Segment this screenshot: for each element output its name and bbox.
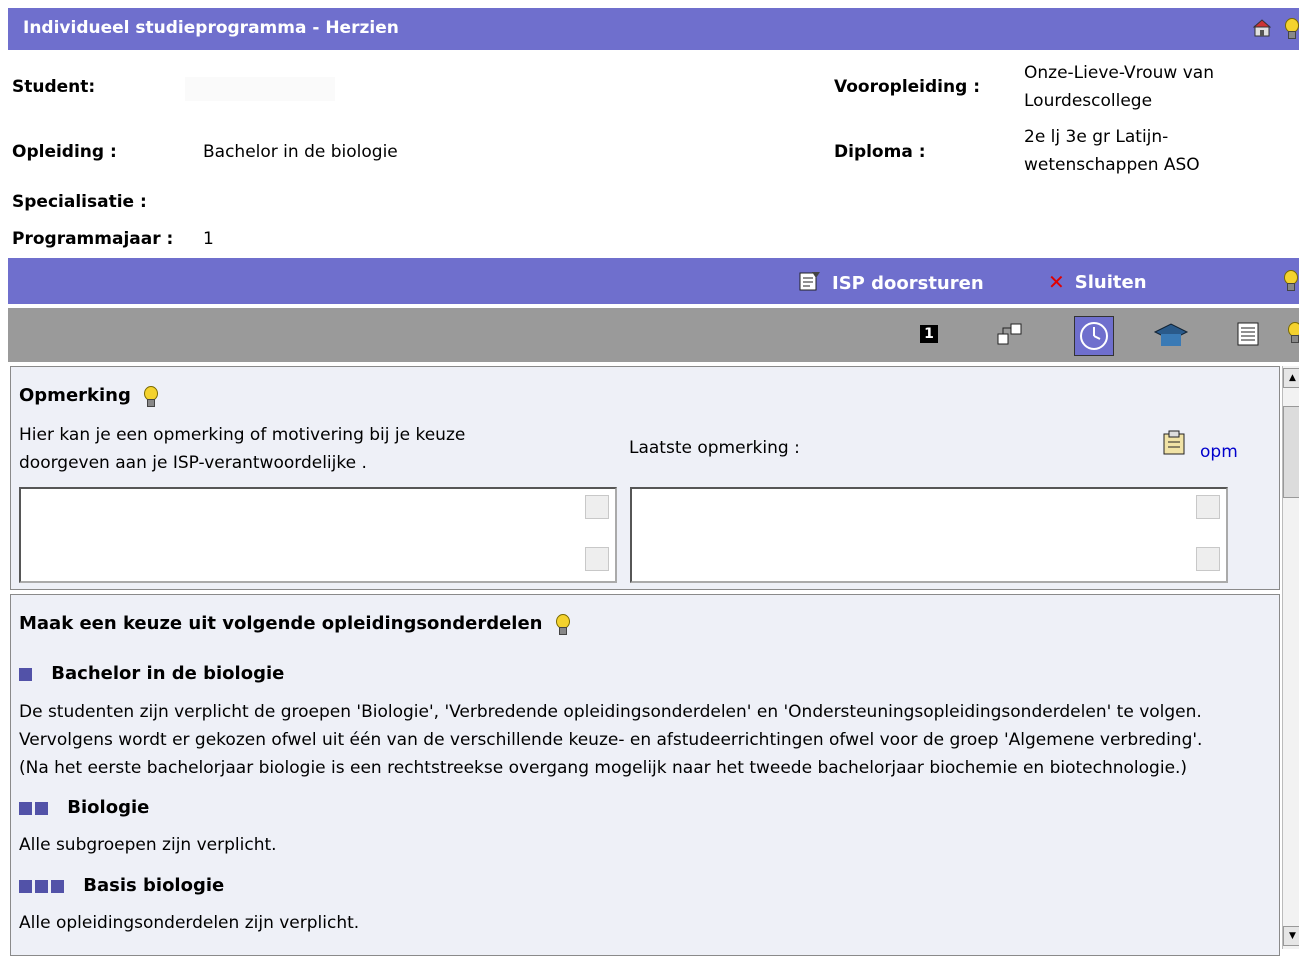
programmajaar-value: 1 [203,229,214,249]
sluiten-label: Sluiten [1074,271,1147,293]
help-bulb-icon[interactable] [143,386,159,407]
help-bulb-icon[interactable] [1287,322,1299,343]
list-view-icon[interactable] [1236,321,1260,352]
diploma-value-line1: 2e lj 3e gr Latijn- [1024,127,1169,147]
level3-bullet-icon [35,879,48,893]
opmerking-input[interactable] [19,487,617,583]
group-bachelor-text-line2: Vervolgens wordt er gekozen ofwel uit éé… [19,730,1203,750]
level1-bullet-icon [19,667,32,681]
student-label: Student: [12,77,96,97]
vooropleiding-label: Vooropleiding : [834,77,980,97]
level2-bullet-icon [35,801,48,815]
level3-bullet-icon [51,879,64,893]
student-value [185,77,335,101]
group-biologie-title: Biologie [67,797,150,818]
group-basis-title: Basis biologie [83,875,225,896]
opmerking-panel: Opmerking Hier kan je een opmerking of m… [10,366,1280,590]
close-icon: ✕ [1048,270,1065,294]
clock-icon[interactable] [1074,316,1114,356]
sluiten-button[interactable]: ✕ Sluiten [1048,270,1147,294]
programmajaar-label: Programmajaar : [12,229,174,249]
group-bachelor-heading: Bachelor in de biologie [19,663,284,684]
help-bulb-icon[interactable] [1283,270,1298,291]
opleiding-label: Opleiding : [12,142,117,162]
opleiding-value: Bachelor in de biologie [203,142,398,162]
laatste-opmerking-scroll-down[interactable] [1196,547,1220,571]
toolbar: 1 [8,308,1299,362]
page-scrollbar[interactable]: ▲ ▼ [1282,366,1299,949]
isp-doorsturen-label: ISP doorsturen [832,273,984,294]
group-biologie-heading: Biologie [19,797,149,818]
group-bachelor-title: Bachelor in de biologie [51,663,285,684]
page-title: Individueel studieprogramma - Herzien [23,18,399,38]
group-bachelor-text-line1: De studenten zijn verplicht de groepen '… [19,702,1202,722]
title-bar: Individueel studieprogramma - Herzien [8,8,1299,50]
scroll-up-arrow[interactable]: ▲ [1283,368,1299,388]
level3-bullet-icon [19,879,32,893]
group-bachelor-text-line3: (Na het eerste bachelorjaar biologie is … [19,758,1188,778]
opm-link[interactable]: opm [1200,442,1238,462]
hierarchy-icon[interactable] [996,320,1024,353]
isp-doorsturen-button[interactable]: ISP doorsturen [798,270,984,297]
opmerking-input-scroll-up[interactable] [585,495,609,519]
laatste-opmerking-field[interactable] [630,487,1228,583]
step-number-icon[interactable]: 1 [920,325,938,343]
opmerking-input-scroll-down[interactable] [585,547,609,571]
laatste-opmerking-scroll-up[interactable] [1196,495,1220,519]
keuze-title: Maak een keuze uit volgende opleidingson… [19,613,570,635]
opmerking-title: Opmerking [19,385,159,407]
diploma-value-line2: wetenschappen ASO [1024,155,1200,175]
graduation-cap-icon[interactable] [1153,320,1189,355]
opmerking-instruction-line1: Hier kan je een opmerking of motivering … [19,425,466,445]
opmerking-instruction-line2: doorgeven aan je ISP-verantwoordelijke . [19,453,367,473]
action-bar: ISP doorsturen ✕ Sluiten [8,258,1299,304]
send-form-icon [798,270,822,297]
keuze-panel: Maak een keuze uit volgende opleidingson… [10,594,1280,956]
home-icon[interactable] [1252,19,1272,37]
group-biologie-text: Alle subgroepen zijn verplicht. [19,835,277,855]
specialisatie-label: Specialisatie : [12,192,147,212]
laatste-opmerking-label: Laatste opmerking : [629,438,800,458]
group-basis-heading: Basis biologie [19,875,224,896]
help-bulb-icon[interactable] [1284,18,1299,39]
level2-bullet-icon [19,801,32,815]
group-basis-text: Alle opleidingsonderdelen zijn verplicht… [19,913,360,933]
diploma-label: Diploma : [834,142,926,162]
vooropleiding-value-line1: Onze-Lieve-Vrouw van [1024,63,1214,83]
clipboard-icon[interactable] [1161,429,1189,462]
keuze-title-text: Maak een keuze uit volgende opleidingson… [19,613,543,634]
scroll-down-arrow[interactable]: ▼ [1283,926,1299,946]
opmerking-title-text: Opmerking [19,385,131,406]
scroll-thumb[interactable] [1283,406,1299,498]
help-bulb-icon[interactable] [555,614,570,635]
vooropleiding-value-line2: Lourdescollege [1024,91,1153,111]
